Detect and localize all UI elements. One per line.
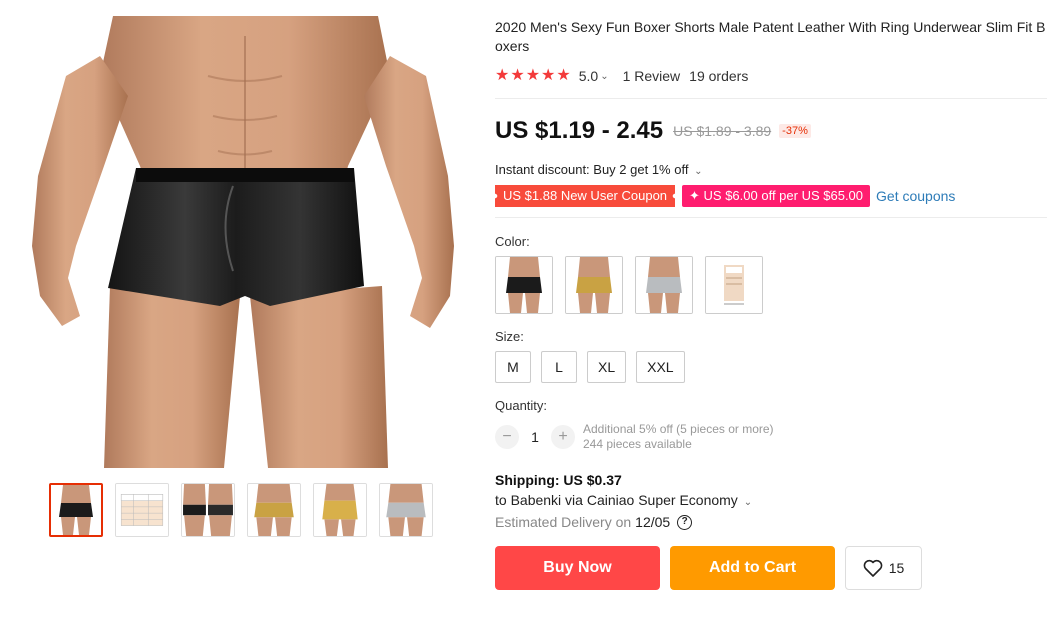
- star-icon: ★: [495, 67, 510, 84]
- estimated-delivery: Estimated Delivery on 12/05 ?: [495, 514, 1047, 530]
- orders-count: 19 orders: [689, 68, 749, 84]
- chevron-down-icon: ⌄: [743, 497, 753, 508]
- price-row: US $1.19 - 2.45 US $1.89 - 3.89 -37%: [495, 117, 1047, 145]
- size-option-l[interactable]: L: [541, 351, 577, 383]
- help-icon[interactable]: ?: [677, 514, 693, 530]
- stock-available: 244 pieces available: [583, 437, 692, 451]
- color-swatch-size-chart[interactable]: [705, 256, 763, 314]
- quantity-stepper: − 1 + Additional 5% off (5 pieces or mor…: [495, 422, 1047, 452]
- reviews-link[interactable]: 1 Review: [623, 68, 681, 84]
- thumbnail-gold-front[interactable]: [247, 483, 301, 537]
- wishlist-button[interactable]: 15: [845, 546, 922, 590]
- product-info-panel: 2020 Men's Sexy Fun Boxer Shorts Male Pa…: [495, 18, 1047, 590]
- size-options: M L XL XXL: [495, 351, 1047, 383]
- quantity-label: Quantity:: [495, 398, 548, 413]
- shipping-cost: Shipping: US $0.37: [495, 472, 622, 488]
- thumbnail-strip: [49, 483, 433, 537]
- rating-row: ★ ★ ★ ★ ★ 5.0 ⌄ 1 Review 19 orders: [495, 68, 1047, 85]
- size-option-xl[interactable]: XL: [587, 351, 627, 383]
- size-option-xxl[interactable]: XXL: [636, 351, 685, 383]
- instant-discount[interactable]: Instant discount: Buy 2 get 1% off ⌄: [495, 162, 1047, 177]
- color-swatch-black[interactable]: [495, 256, 553, 314]
- thumbnail-black-front[interactable]: [49, 483, 103, 537]
- delivery-date: 12/05: [635, 514, 671, 530]
- product-title: 2020 Men's Sexy Fun Boxer Shorts Male Pa…: [495, 19, 1046, 54]
- color-swatch-gold[interactable]: [565, 256, 623, 314]
- chevron-down-icon[interactable]: ⌄: [600, 71, 608, 82]
- star-icon: ★: [541, 67, 556, 84]
- quantity-value[interactable]: 1: [519, 429, 551, 445]
- thumbnail-black-multi[interactable]: [181, 483, 235, 537]
- thumbnail-silver-front[interactable]: [379, 483, 433, 537]
- rating-value[interactable]: 5.0: [579, 68, 598, 84]
- wishlist-count: 15: [888, 560, 905, 576]
- main-product-image[interactable]: [18, 16, 472, 468]
- thumbnail-gold-side[interactable]: [313, 483, 367, 537]
- quantity-note: Additional 5% off (5 pieces or more) 244…: [583, 422, 774, 452]
- original-price: US $1.89 - 3.89: [673, 123, 772, 139]
- chevron-down-icon: ⌄: [694, 166, 703, 177]
- store-coupon[interactable]: ✦ US $6.00 off per US $65.00: [682, 185, 871, 207]
- star-icon: ★: [510, 67, 525, 84]
- get-coupons-link[interactable]: Get coupons: [876, 188, 955, 204]
- instant-discount-label: Instant discount: Buy 2 get 1% off: [495, 162, 689, 177]
- bulk-discount-note: Additional 5% off (5 pieces or more): [583, 422, 774, 436]
- discount-badge: -37%: [779, 124, 811, 138]
- heart-icon: [863, 559, 883, 577]
- current-price: US $1.19 - 2.45: [495, 117, 664, 144]
- new-user-coupon[interactable]: US $1.88 New User Coupon: [495, 185, 675, 207]
- divider: [495, 98, 1047, 99]
- divider: [495, 217, 1047, 218]
- star-rating[interactable]: ★ ★ ★ ★ ★: [495, 68, 571, 84]
- coupon-row: US $1.88 New User Coupon ✦ US $6.00 off …: [495, 185, 1047, 207]
- buy-now-button[interactable]: Buy Now: [495, 546, 660, 590]
- thumbnail-size-chart[interactable]: [115, 483, 169, 537]
- star-icon: ★: [556, 67, 571, 84]
- purchase-actions: Buy Now Add to Cart 15: [495, 546, 1047, 590]
- shipping-destination-label: to Babenki via Cainiao Super Economy: [495, 492, 738, 508]
- decrement-button[interactable]: −: [495, 425, 519, 449]
- color-swatch-silver[interactable]: [635, 256, 693, 314]
- increment-button[interactable]: +: [551, 425, 575, 449]
- add-to-cart-button[interactable]: Add to Cart: [670, 546, 835, 590]
- color-label: Color:: [495, 234, 530, 249]
- size-label: Size:: [495, 329, 524, 344]
- shipping-destination[interactable]: to Babenki via Cainiao Super Economy ⌄: [495, 492, 1047, 508]
- star-icon: ★: [525, 67, 541, 84]
- delivery-label: Estimated Delivery on: [495, 514, 632, 530]
- size-option-m[interactable]: M: [495, 351, 531, 383]
- color-options: [495, 256, 1047, 314]
